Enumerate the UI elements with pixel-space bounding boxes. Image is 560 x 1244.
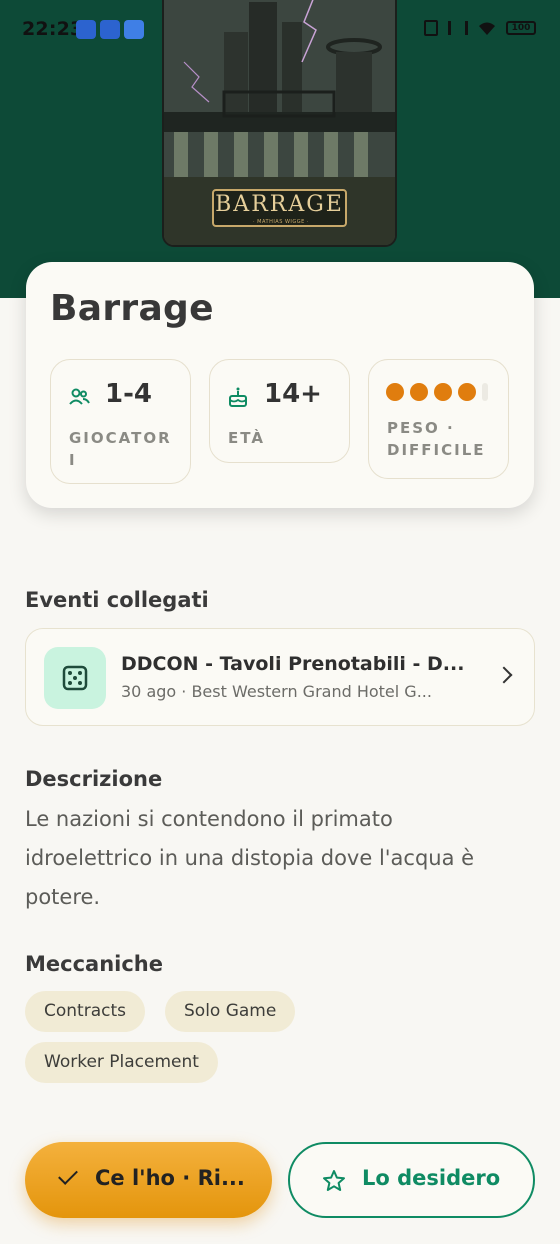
mechanic-chip[interactable]: Solo Game — [165, 991, 296, 1032]
wifi-icon — [479, 22, 495, 35]
chevron-right-icon — [495, 666, 513, 684]
shield-app-icon — [76, 20, 96, 39]
weight-rating — [386, 383, 488, 401]
owned-button-label: Ce l'ho · Ri... — [95, 1166, 245, 1190]
cover-subtitle: · MATHIAS WIGGE · — [252, 219, 309, 225]
weight-stat: PESO · DIFFICILE — [368, 359, 509, 479]
age-stat: 14+ ETÀ — [209, 359, 350, 463]
players-label: GIOCATORI — [69, 429, 172, 469]
dice-icon — [62, 665, 88, 691]
star-icon — [323, 1170, 345, 1191]
age-label: ETÀ — [228, 429, 265, 447]
game-title: Barrage — [50, 288, 214, 329]
wishlist-button-label: Lo desidero — [362, 1166, 501, 1190]
mechanic-chip[interactable]: Worker Placement — [25, 1042, 218, 1083]
weight-dot-filled — [386, 383, 404, 401]
battery-icon: 100 — [506, 21, 536, 35]
players-value: 1-4 — [105, 379, 152, 409]
status-time: 22:23 — [22, 18, 84, 40]
hero-banner: 22:23 100 BARRAGE · MATHIAS WIGGE · — [0, 0, 560, 298]
players-stat: 1-4 GIOCATORI — [50, 359, 191, 484]
mechanics-heading: Meccaniche — [25, 952, 163, 976]
cloud-app-icon — [124, 20, 144, 39]
description-text: Le nazioni si contendono il primato idro… — [25, 807, 475, 909]
events-heading: Eventi collegati — [25, 588, 209, 612]
check-icon — [58, 1165, 78, 1185]
weight-dot-filled — [434, 383, 452, 401]
weight-dot-filled — [458, 383, 476, 401]
event-title: DDCON - Tavoli Prenotabili - D... — [121, 653, 465, 675]
linked-event-card[interactable]: DDCON - Tavoli Prenotabili - D... 30 ago… — [25, 628, 535, 726]
event-subtitle: 30 ago · Best Western Grand Hotel G... — [121, 682, 432, 701]
weight-dot-empty — [482, 383, 488, 401]
mechanic-chip[interactable]: Contracts — [25, 991, 145, 1032]
owned-button[interactable]: Ce l'ho · Ri... — [25, 1142, 272, 1218]
vibrate-icon — [448, 21, 468, 35]
wishlist-button[interactable]: Lo desidero — [288, 1142, 535, 1218]
sim-app-icon — [100, 20, 120, 39]
weight-label: PESO · DIFFICILE — [387, 419, 486, 459]
description-heading: Descrizione — [25, 767, 163, 791]
weight-dot-filled — [410, 383, 428, 401]
status-bar: 22:23 100 — [0, 0, 560, 60]
players-icon — [69, 388, 90, 405]
game-info-card: Barrage 1-4 GIOCATORI 14+ ETÀ PESO · DIF… — [26, 262, 534, 508]
cake-icon — [229, 387, 247, 407]
nfc-icon — [424, 20, 438, 36]
age-value: 14+ — [264, 379, 322, 409]
event-thumbnail — [44, 647, 106, 709]
status-icons: 100 — [424, 20, 536, 36]
